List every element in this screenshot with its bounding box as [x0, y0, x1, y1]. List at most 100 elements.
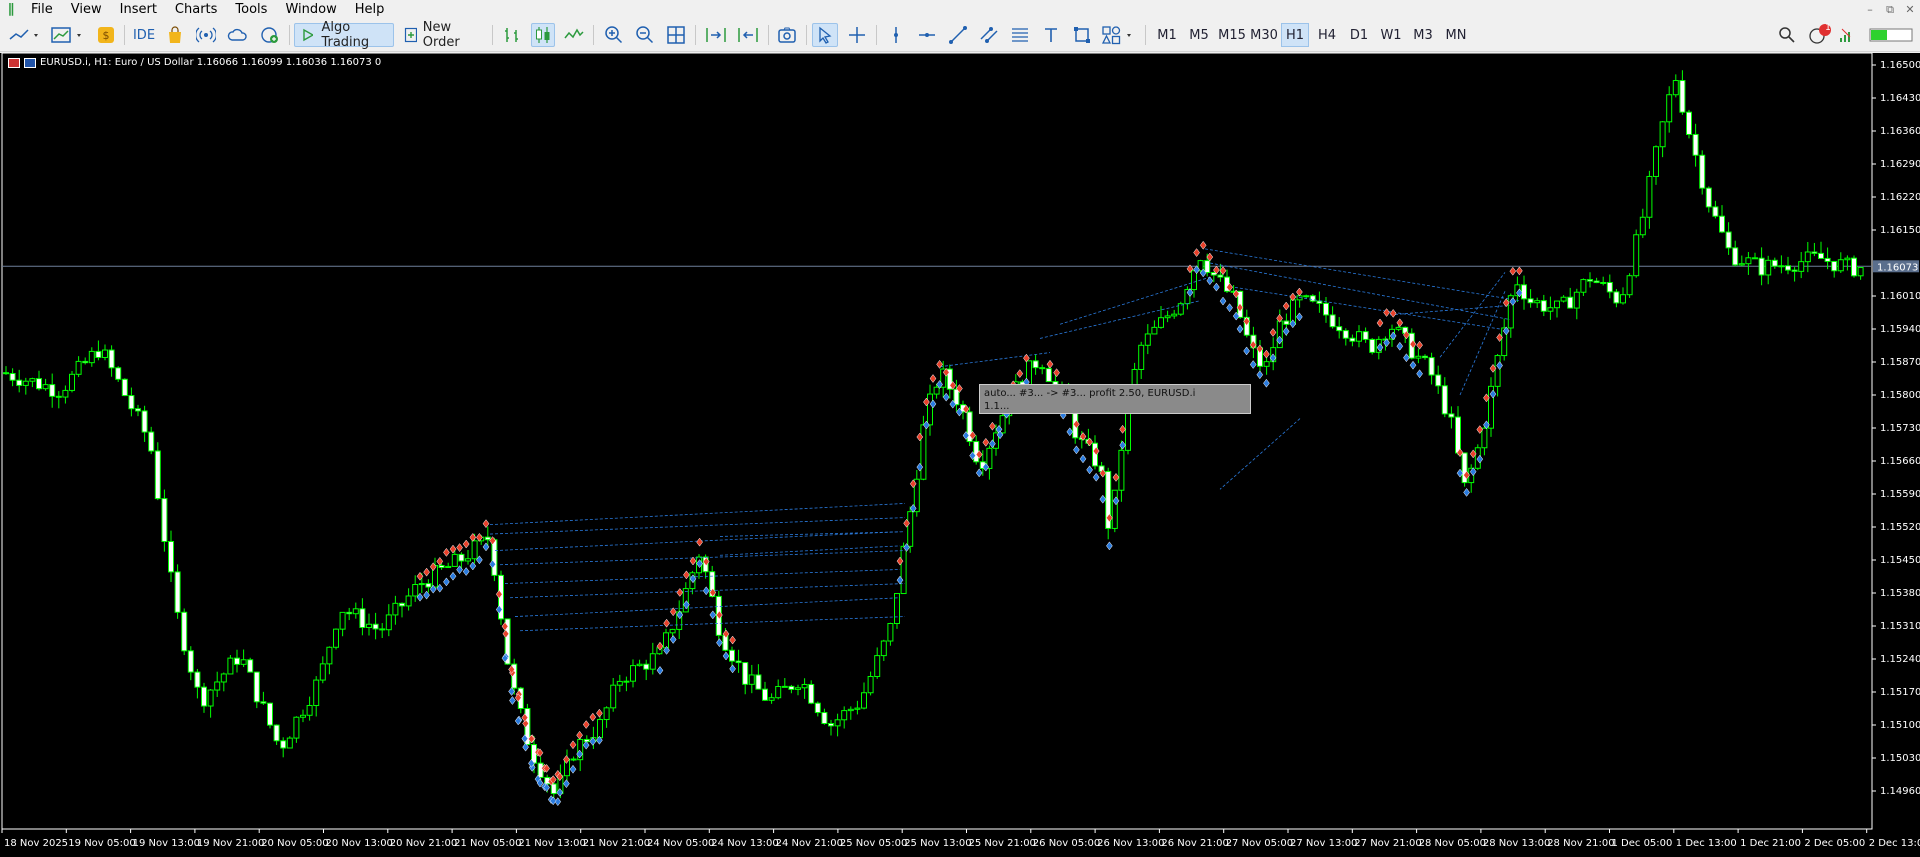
auto-scroll-icon[interactable] [735, 23, 761, 47]
candle-body [438, 564, 445, 569]
chart-trade-icon[interactable] [24, 57, 36, 68]
candle-body [234, 657, 240, 665]
timeframe-h1[interactable]: H1 [1281, 23, 1309, 47]
line-chart-icon[interactable] [562, 23, 586, 47]
candle-body [722, 634, 729, 651]
candle-body [854, 707, 861, 710]
time-label: 18 Nov 2025 [4, 838, 68, 849]
menu-help[interactable]: Help [346, 0, 394, 19]
candle-body [22, 380, 29, 386]
candle-body [1738, 263, 1745, 266]
close-button[interactable]: ✕ [1898, 0, 1920, 19]
candle-body [326, 646, 333, 665]
price-chart[interactable]: 1.16500 1.16430 1.16360 1.16290 1.16220 1.161… [0, 53, 1920, 857]
shapes-dropdown-icon[interactable] [1101, 23, 1137, 47]
price-label: 1.15170 [1880, 687, 1920, 698]
candle-body [933, 386, 940, 395]
candle-body [748, 674, 755, 685]
price-label: 1.16010 [1880, 291, 1920, 302]
candle-body [174, 571, 181, 613]
timeframe-m5[interactable]: M5 [1184, 23, 1214, 47]
zoom-out-icon[interactable] [633, 23, 657, 47]
market-icon[interactable]: $ [95, 23, 117, 47]
candle-body [1732, 247, 1739, 266]
horizontal-line-icon[interactable] [915, 23, 939, 47]
new-order-button[interactable]: New Order [400, 20, 486, 50]
candle-body [1336, 326, 1343, 332]
price-label: 1.15730 [1880, 423, 1920, 434]
menu-file[interactable]: File [22, 0, 62, 19]
time-label: 21 Nov 05:00 [454, 838, 521, 849]
time-label: 24 Nov 05:00 [647, 838, 714, 849]
menu-charts[interactable]: Charts [166, 0, 227, 19]
candle-body [636, 663, 643, 667]
vertical-line-icon[interactable] [884, 23, 908, 47]
chart-shift-icon[interactable] [703, 23, 729, 47]
cursor-icon[interactable] [812, 23, 838, 47]
menu-insert[interactable]: Insert [111, 0, 166, 19]
chart-menu-icon[interactable] [8, 57, 20, 68]
candle-body [405, 595, 412, 607]
bar-chart-icon[interactable] [500, 23, 524, 47]
rectangle-tool-icon[interactable] [1070, 23, 1094, 47]
candle-body [1771, 259, 1778, 267]
candle-body [62, 389, 69, 398]
candle-body [1204, 260, 1211, 274]
notification-count: 1 [1825, 23, 1831, 33]
timeframe-d1[interactable]: D1 [1345, 23, 1373, 47]
timeframe-m30[interactable]: M30 [1248, 23, 1280, 47]
candle-body [346, 611, 353, 615]
candle-body [69, 373, 75, 391]
trade-line [1219, 418, 1301, 490]
timeframe-m1[interactable]: M1 [1152, 23, 1182, 47]
zoom-in-icon[interactable] [602, 23, 626, 47]
ide-button[interactable]: IDE [131, 23, 157, 47]
candle-body [1837, 259, 1844, 272]
buy-marker [449, 571, 457, 581]
tile-windows-icon[interactable] [664, 23, 688, 47]
candle-body [847, 708, 854, 712]
text-tool-icon[interactable] [1039, 23, 1063, 47]
candlestick-chart-icon[interactable] [531, 23, 555, 47]
candle-body [603, 707, 610, 721]
candle-body [1217, 274, 1224, 278]
signals-icon[interactable] [195, 23, 217, 47]
chart-canvas[interactable]: 1.16500 1.16430 1.16360 1.16290 1.16220 1.161… [0, 53, 1920, 857]
algo-trading-button[interactable]: Algo Trading [294, 20, 394, 50]
crosshair-icon[interactable] [845, 23, 869, 47]
search-icon[interactable] [1775, 23, 1799, 47]
candle-body [867, 676, 874, 694]
timeframe-mn[interactable]: MN [1441, 23, 1471, 47]
fibonacci-icon[interactable] [1008, 23, 1032, 47]
timeframe-h4[interactable]: H4 [1313, 23, 1341, 47]
candle-body [260, 701, 267, 704]
price-label: 1.14960 [1880, 786, 1920, 797]
notifications-icon[interactable]: 1 [1805, 23, 1833, 47]
cloud-icon[interactable] [226, 23, 250, 47]
price-label: 1.16220 [1880, 192, 1920, 203]
candle-body [1032, 360, 1039, 369]
screenshot-icon[interactable] [775, 23, 799, 47]
candle-body [227, 657, 234, 675]
trendline-icon[interactable] [946, 23, 970, 47]
candle-body [1620, 294, 1626, 304]
timeframe-m15[interactable]: M15 [1216, 23, 1248, 47]
shopping-bag-icon[interactable] [164, 23, 186, 47]
candle-body [1263, 361, 1270, 367]
timeframe-m3[interactable]: M3 [1409, 23, 1437, 47]
vps-icon[interactable] [258, 23, 282, 47]
candle-body [1626, 275, 1633, 296]
buy-marker [1086, 465, 1093, 475]
candle-body [201, 686, 207, 707]
candle-body [900, 545, 907, 595]
time-label: 24 Nov 13:00 [711, 838, 778, 849]
timeframe-w1[interactable]: W1 [1377, 23, 1405, 47]
sell-marker [1053, 368, 1060, 378]
chart-template-dropdown-icon[interactable] [50, 23, 86, 47]
menu-window[interactable]: Window [276, 0, 345, 19]
line-chart-dropdown-icon[interactable] [8, 23, 42, 47]
candle-body [788, 685, 795, 690]
menu-view[interactable]: View [62, 0, 111, 19]
menu-tools[interactable]: Tools [226, 0, 276, 19]
channel-icon[interactable] [977, 23, 1001, 47]
